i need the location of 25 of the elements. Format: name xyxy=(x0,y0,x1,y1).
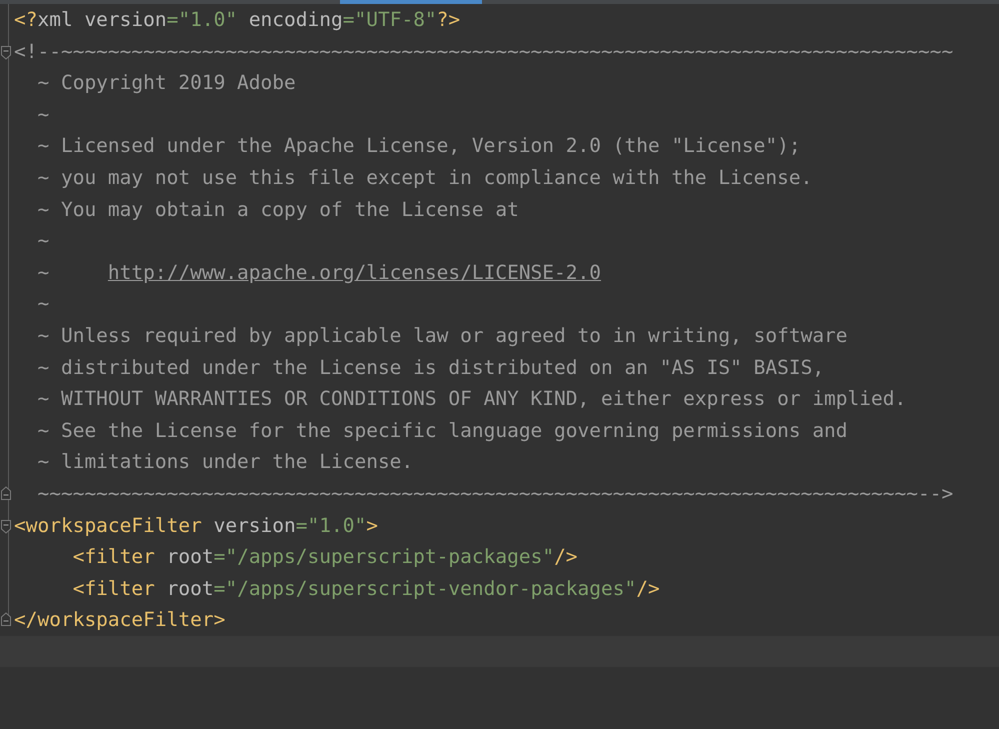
license-link[interactable]: http://www.apache.org/licenses/LICENSE-2.0 xyxy=(108,260,602,284)
code-line: ~~~~~~~~~~~~~~~~~~~~~~~~~~~~~~~~~~~~~~~~~~~~~~~~~~~~~~~~~~~~~~~~~~~~~~~~~~~--> xyxy=(36,480,954,507)
fold-marker-icon[interactable] xyxy=(1,612,11,626)
code-line: ~ Licensed under the Apache License, Version 2.0 (the "License"); xyxy=(36,133,801,160)
code-line: ~ See the License for the specific language governing permissions and xyxy=(36,418,848,444)
code-line: ~ xyxy=(36,102,50,128)
code-line: <!--~~~~~~~~~~~~~~~~~~~~~~~~~~~~~~~~~~~~~~~~~~~~~~~~~~~~~~~~~~~~~~~~~~~~~~~~~~~~ xyxy=(14,38,954,65)
code-line: ~ Copyright 2019 Adobe xyxy=(36,70,296,96)
code-line: ~ Unless required by applicable law or agreed to in writing, software xyxy=(36,322,848,349)
code-line: ~ WITHOUT WARRANTIES OR CONDITIONS OF ANY KIND, either express or implied. xyxy=(36,386,906,412)
code-line: ~ http://www.apache.org/licenses/LICENSE-2.0 xyxy=(36,260,602,286)
code-line: <?xml version="1.0" encoding="UTF-8"?> xyxy=(14,7,460,33)
code-line: ~ You may obtain a copy of the License at xyxy=(36,196,519,223)
code-line: <filter root="/apps/superscript-packages"/> xyxy=(72,544,578,570)
code-line: <filter root="/apps/superscript-vendor-packages"/> xyxy=(72,576,660,602)
code-line: ~ xyxy=(36,228,50,254)
code-line: <workspaceFilter version="1.0"> xyxy=(14,512,378,538)
code-line: ~ limitations under the License. xyxy=(36,449,414,476)
fold-marker-icon[interactable] xyxy=(1,46,11,60)
code-line: ~ you may not use this file except in compliance with the License. xyxy=(36,164,812,191)
code-line: ~ distributed under the License is distributed on an "AS IS" BASIS, xyxy=(36,354,824,381)
fold-marker-icon[interactable] xyxy=(1,520,11,534)
code-line: ~ xyxy=(36,291,50,318)
fold-marker-icon[interactable] xyxy=(1,486,11,500)
code-line: </workspaceFilter> xyxy=(14,607,226,634)
